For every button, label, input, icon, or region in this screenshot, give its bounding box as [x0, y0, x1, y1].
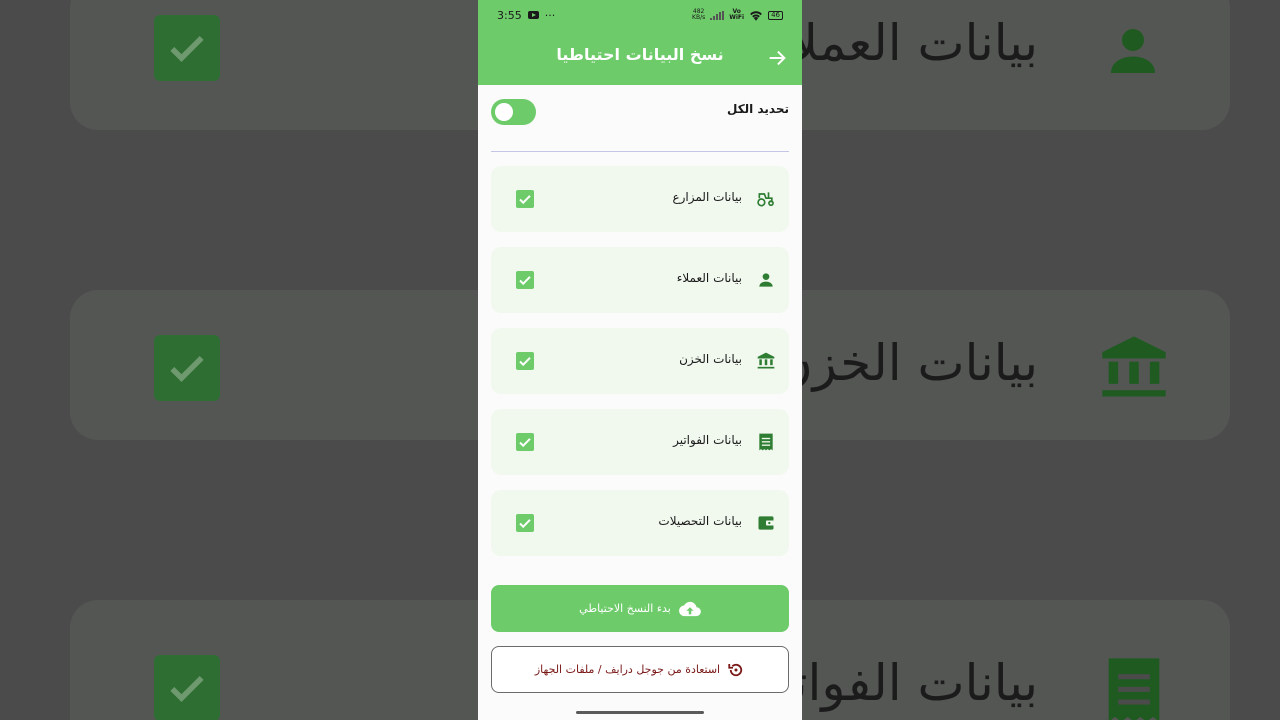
volte-bottom: WiFi	[729, 14, 745, 21]
collections-checkbox[interactable]	[516, 514, 534, 532]
start-backup-button[interactable]: بدء النسخ الاحتياطي	[491, 585, 789, 632]
invoices-label: بيانات الفواتير	[673, 433, 742, 447]
restore-button[interactable]: استعادة من جوجل درايف / ملفات الجهاز	[491, 646, 789, 693]
farms-label: بيانات المزارع	[672, 190, 742, 204]
cloud-upload-icon	[678, 601, 701, 616]
customers-label: بيانات العملاء	[676, 271, 742, 285]
treasury-checkbox[interactable]	[516, 352, 534, 370]
customers-checkbox[interactable]	[516, 271, 534, 289]
page-title: نسخ البيانات احتياطيا	[556, 45, 724, 64]
check-icon	[519, 519, 531, 529]
youtube-notification-icon	[527, 11, 539, 19]
app-bar: نسخ البيانات احتياطيا	[478, 30, 802, 85]
battery-icon: 46	[768, 10, 783, 20]
background-check-icon	[154, 335, 220, 401]
network-speed-unit: KB/s	[692, 14, 706, 21]
invoices-data-item[interactable]: بيانات الفواتير	[491, 409, 789, 475]
select-all-label: تحديد الكل	[726, 102, 789, 116]
bank-icon	[757, 352, 775, 369]
background-label: بيانات العملاء	[766, 14, 1038, 72]
wifi-icon	[750, 10, 762, 21]
network-speed: 482 KB/s	[692, 9, 705, 21]
background-check-icon	[154, 15, 220, 81]
toggle-knob	[495, 103, 513, 121]
tractor-icon	[757, 192, 774, 207]
phone-screen: 3:55 ··· 482 KB/s Vo WiFi 46 نسخ البيانا…	[478, 0, 802, 720]
select-all-row: تحديد الكل	[491, 97, 789, 127]
check-icon	[519, 195, 531, 205]
treasury-label: بيانات الخزن	[679, 352, 742, 366]
background-receipt-icon	[1108, 658, 1160, 720]
divider	[491, 151, 789, 152]
signal-icon	[710, 10, 725, 20]
background-person-icon	[1111, 29, 1155, 73]
status-bar: 3:55 ··· 482 KB/s Vo WiFi 46	[478, 0, 802, 30]
customers-data-item[interactable]: بيانات العملاء	[491, 247, 789, 313]
farms-checkbox[interactable]	[516, 190, 534, 208]
restore-label: استعادة من جوجل درايف / ملفات الجهاز	[534, 663, 721, 676]
check-icon	[519, 438, 531, 448]
more-notifications-icon: ···	[544, 8, 556, 22]
status-time: 3:55	[497, 8, 522, 22]
background-label: بيانات الخزن	[775, 334, 1038, 392]
invoices-checkbox[interactable]	[516, 433, 534, 451]
farms-data-item[interactable]: بيانات المزارع	[491, 166, 789, 232]
receipt-icon	[759, 433, 773, 451]
wallet-icon	[758, 516, 775, 530]
select-all-toggle[interactable]	[491, 99, 536, 125]
volte-indicator: Vo WiFi	[729, 9, 744, 21]
treasury-data-item[interactable]: بيانات الخزن	[491, 328, 789, 394]
start-backup-label: بدء النسخ الاحتياطي	[579, 602, 671, 615]
check-icon	[519, 357, 531, 367]
check-icon	[519, 276, 531, 286]
collections-data-item[interactable]: بيانات التحصيلات	[491, 490, 789, 556]
background-bank-icon	[1102, 336, 1166, 397]
restore-icon	[728, 663, 743, 676]
back-arrow-icon[interactable]	[766, 47, 788, 69]
background-check-icon	[154, 655, 220, 720]
collections-label: بيانات التحصيلات	[658, 514, 742, 528]
person-icon	[759, 273, 773, 287]
home-indicator[interactable]	[576, 711, 704, 714]
